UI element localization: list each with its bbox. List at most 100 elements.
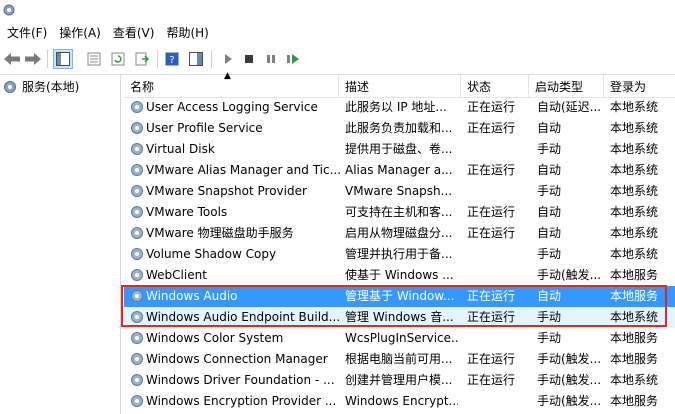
- service-startup-type: 手动: [537, 310, 562, 324]
- table-row[interactable]: Windows Color System WcsPlugInService... 手…: [124, 328, 675, 349]
- console-tree: 服务(本地): [0, 75, 121, 414]
- service-startup-type: 手动: [537, 331, 562, 345]
- menu-action[interactable]: 操作(A): [55, 22, 105, 44]
- column-header-log-on-as[interactable]: 登录为: [604, 75, 675, 97]
- service-startup-type: 自动(延迟...: [537, 100, 602, 114]
- service-description: 此服务负责加载和...: [345, 121, 453, 135]
- table-row[interactable]: VMware Tools 可支持在主机和客... 正在运行 自动 本地系统: [124, 202, 675, 223]
- table-row[interactable]: Windows Audio 管理基于 Window... 正在运行 自动 本地服务: [124, 286, 675, 307]
- service-gear-icon: [131, 143, 143, 155]
- service-name: VMware Alias Manager and Tic...: [146, 163, 342, 177]
- service-status: [467, 244, 533, 265]
- service-log-on-as: 本地系统: [610, 226, 659, 240]
- table-row[interactable]: Virtual Disk 提供用于磁盘、卷... 手动 本地系统: [124, 139, 675, 160]
- service-status: 正在运行: [467, 310, 516, 324]
- table-row[interactable]: VMware 物理磁盘助手服务 启用从物理磁盘分... 正在运行 自动 本地系统: [124, 223, 675, 244]
- service-log-on-as: 本地服务: [610, 394, 659, 408]
- service-gear-icon: [131, 122, 143, 134]
- service-startup-type: 手动: [537, 184, 562, 198]
- forward-button[interactable]: [23, 49, 43, 69]
- column-header-description[interactable]: 描述: [339, 75, 461, 97]
- service-description: 管理基于 Window...: [345, 289, 455, 303]
- service-status: 正在运行: [467, 163, 516, 177]
- service-log-on-as: 本地系统: [610, 121, 659, 135]
- help-button[interactable]: ?: [162, 49, 182, 69]
- title-bar: [0, 0, 675, 23]
- table-row[interactable]: VMware Alias Manager and Tic... Alias Man…: [124, 160, 675, 181]
- service-log-on-as: 本地服务: [610, 289, 659, 303]
- restart-service-button[interactable]: [283, 49, 303, 69]
- toolbar-separator: [157, 50, 158, 68]
- service-status: [467, 139, 533, 160]
- help-icon: ?: [165, 52, 179, 66]
- menu-file[interactable]: 文件(F): [3, 22, 51, 44]
- toolbar-separator: [211, 50, 212, 68]
- sort-ascending-icon: ▲: [224, 71, 231, 81]
- service-gear-icon: [131, 164, 143, 176]
- table-row[interactable]: Windows Driver Foundation - ... 创建并管理用户模.…: [124, 370, 675, 391]
- console-tree-icon: [56, 52, 70, 66]
- menu-help[interactable]: 帮助(H): [162, 22, 212, 44]
- pause-icon: [267, 55, 275, 63]
- service-log-on-as: 本地系统: [610, 100, 659, 114]
- service-status: [467, 391, 533, 412]
- tree-node-label: 服务(本地): [22, 80, 80, 94]
- svg-text:?: ?: [169, 55, 174, 66]
- action-pane-button[interactable]: [186, 49, 206, 69]
- service-gear-icon: [131, 227, 143, 239]
- restart-icon: [287, 54, 299, 64]
- pause-service-button[interactable]: [261, 49, 281, 69]
- service-startup-type: 手动(触发...: [537, 268, 602, 282]
- start-service-button[interactable]: [218, 49, 238, 69]
- show-hide-console-tree-button[interactable]: [53, 49, 73, 69]
- stop-icon: [245, 55, 253, 63]
- service-gear-icon: [131, 311, 143, 323]
- export-list-button[interactable]: [132, 49, 152, 69]
- column-header-status[interactable]: 状态: [461, 75, 529, 97]
- list-view-icon: [87, 52, 101, 66]
- service-log-on-as: 本地系统: [610, 142, 659, 156]
- service-status: 正在运行: [467, 373, 516, 387]
- service-status: 正在运行: [467, 289, 516, 303]
- table-row[interactable]: Windows Connection Manager 根据电脑当前可用... 正在运…: [124, 349, 675, 370]
- service-description: 根据电脑当前可用...: [345, 352, 453, 366]
- service-startup-type: 自动: [537, 226, 562, 240]
- service-startup-type: 手动: [537, 247, 562, 261]
- tree-node-services-local[interactable]: 服务(本地): [2, 78, 79, 95]
- column-header-name[interactable]: 名称 ▲: [124, 71, 339, 97]
- properties-list-button[interactable]: [84, 49, 104, 69]
- service-gear-icon: [131, 248, 143, 260]
- service-name: Windows Audio: [146, 289, 238, 303]
- service-gear-icon: [131, 353, 143, 365]
- service-description: VMware Snapsh...: [345, 184, 453, 198]
- table-row[interactable]: User Access Logging Service 此服务以 IP 地址...…: [124, 97, 675, 118]
- refresh-button[interactable]: [108, 49, 128, 69]
- table-row[interactable]: WebClient 使基于 Windows ... 手动(触发... 本地服务: [124, 265, 675, 286]
- service-name: Windows Driver Foundation - ...: [146, 373, 335, 387]
- service-description: Windows Encrypt...: [345, 394, 458, 408]
- table-row[interactable]: Windows Audio Endpoint Build... 管理 Window…: [124, 307, 675, 328]
- service-description: Alias Manager a...: [345, 163, 453, 177]
- table-row[interactable]: User Profile Service 此服务负责加载和... 正在运行 自动 本地系…: [124, 118, 675, 139]
- back-button[interactable]: [2, 49, 22, 69]
- service-description: 启用从物理磁盘分...: [345, 226, 453, 240]
- service-startup-type: 手动(触发...: [537, 373, 602, 387]
- column-header-startup-type[interactable]: 启动类型: [529, 75, 604, 97]
- column-header-row: 名称 ▲ 描述 状态 启动类型 登录为: [124, 71, 675, 98]
- service-log-on-as: 本地服务: [610, 352, 659, 366]
- service-startup-type: 自动: [537, 163, 562, 177]
- table-row[interactable]: Volume Shadow Copy 管理并执行用于备... 手动 本地系统: [124, 244, 675, 265]
- table-row[interactable]: Windows Encryption Provider ... Windows E…: [124, 391, 675, 412]
- toolbar: ?: [0, 44, 675, 75]
- services-gear-icon: [3, 4, 15, 16]
- menu-view[interactable]: 查看(V): [109, 22, 159, 44]
- stop-service-button[interactable]: [239, 49, 259, 69]
- service-status: 正在运行: [467, 352, 516, 366]
- service-description: 使基于 Windows ...: [345, 268, 454, 282]
- service-startup-type: 自动: [537, 121, 562, 135]
- action-pane-icon: [189, 52, 203, 66]
- service-description: 管理并执行用于备...: [345, 247, 453, 261]
- table-row[interactable]: VMware Snapshot Provider VMware Snapsh...…: [124, 181, 675, 202]
- service-name: VMware Tools: [146, 205, 228, 219]
- service-log-on-as: 本地系统: [610, 205, 659, 219]
